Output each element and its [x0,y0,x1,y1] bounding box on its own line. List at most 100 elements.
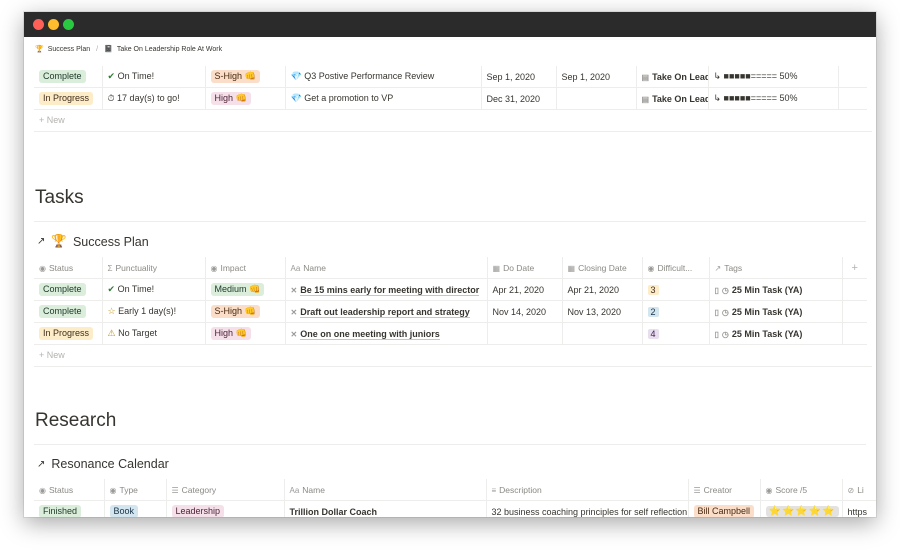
column-label: Do Date [503,262,535,273]
status-badge[interactable]: Complete [39,305,86,318]
score-stars[interactable]: ⭐⭐⭐⭐⭐ [765,506,839,517]
tag-link[interactable]: 25 Min Task (YA) [732,307,803,317]
column-header-tags[interactable]: ↗ Tags [709,257,843,279]
impact-badge[interactable]: High 👊 [210,92,251,105]
resource-name[interactable]: Trillion Dollar Coach [289,506,378,517]
column-header-difficulty[interactable]: ◉ Difficult... [642,257,710,279]
database-name[interactable]: Success Plan [73,235,149,249]
warning-icon: ⚠ [107,328,116,338]
table-row[interactable]: Complete ✔ On Time! Medium 👊 ✕ Be 15 mins… [34,278,867,301]
column-header-creator[interactable]: ☰ Creator [688,479,761,501]
table-row[interactable]: In Progress ⏱ 17 day(s) to go! High 👊 💎 … [34,87,867,110]
impact-badge[interactable]: High 👊 [210,327,251,340]
table-row[interactable]: In Progress ⚠ No Target High 👊 ✕ One on o… [34,322,867,345]
new-row-label: New [46,115,65,125]
impact-badge[interactable]: Medium 👊 [210,283,265,296]
tag-link[interactable]: 25 Min Task (YA) [732,329,803,339]
do-date[interactable]: Nov 14, 2020 [487,300,563,323]
relation-link[interactable]: Take On Lead [652,94,707,104]
do-date[interactable]: Apr 21, 2020 [487,278,563,301]
column-header-type[interactable]: ◉ Type [104,479,167,501]
task-name[interactable]: One on one meeting with juniors [300,328,440,340]
empty-cell[interactable] [838,87,867,110]
trophy-icon: 🏆 [35,46,44,53]
column-header-punctuality[interactable]: Σ Punctuality [102,257,206,279]
linked-arrow-icon: ↗ [37,458,46,470]
status-badge[interactable]: In Progress [39,92,94,105]
column-label: Status [48,262,74,273]
database-title[interactable]: ↗ 🏆 Success Plan [37,234,149,249]
column-header-status[interactable]: ◉ Status [34,479,105,501]
resource-description[interactable]: 32 business coaching principles for self… [486,500,689,517]
add-column-button[interactable]: + [842,257,867,279]
checkmark-icon: ✔ [107,284,116,294]
goal-name[interactable]: Q3 Postive Performance Review [304,71,434,81]
task-name[interactable]: Be 15 mins early for meeting with direct… [300,284,480,296]
column-header-description[interactable]: ≡ Description [486,479,689,501]
breadcrumb-item-success-plan[interactable]: Success Plan [48,46,90,53]
checkmark-icon: ✔ [107,71,116,81]
app-window: 🏆 Success Plan / 📓 Take On Leadership Ro… [24,12,876,517]
calendar-icon: ▦ [567,263,576,273]
diamond-icon: 💎 [290,93,302,103]
link-icon: ⊘ [847,485,855,495]
column-header-name[interactable]: Aa Name [285,257,488,279]
add-new-row-button[interactable]: + New [34,345,872,367]
column-header-status[interactable]: ◉ Status [34,257,103,279]
maximize-window-button[interactable] [63,19,74,30]
goal-date[interactable]: Sep 1, 2020 [481,66,557,88]
relation-link[interactable]: Take On Lead [652,72,707,82]
minimize-window-button[interactable] [48,19,59,30]
column-header-name[interactable]: Aa Name [284,479,487,501]
difficulty-badge[interactable]: 2 [647,306,659,317]
impact-badge[interactable]: S-High 👊 [210,70,260,83]
database-name[interactable]: Resonance Calendar [51,457,168,471]
column-label: Description [499,484,542,495]
status-badge[interactable]: Complete [39,283,86,296]
table-row[interactable]: Finished Book Leadership Trillion Dollar… [34,500,876,517]
category-badge[interactable]: Leadership [171,505,225,517]
divider [34,444,866,445]
empty-cell[interactable] [838,66,867,88]
column-header-score[interactable]: ◉ Score /5 [760,479,843,501]
creator-badge[interactable]: Bill Campbell [693,505,755,517]
difficulty-badge[interactable]: 4 [647,328,659,339]
column-label: Status [48,484,74,495]
column-header-category[interactable]: ☰ Category [166,479,285,501]
do-date[interactable] [487,322,563,345]
column-header-impact[interactable]: ◉ Impact [205,257,286,279]
breadcrumb-item-leadership-role[interactable]: Take On Leadership Role At Work [117,46,222,53]
table-row[interactable]: Complete ☆ Early 1 day(s)! S-High 👊 ✕ Dra… [34,300,867,323]
closing-date[interactable]: Apr 21, 2020 [562,278,643,301]
empty-cell[interactable] [842,322,867,345]
close-window-button[interactable] [33,19,44,30]
page-icon: ▤ [641,72,650,82]
closing-date[interactable] [562,322,643,345]
impact-badge[interactable]: S-High 👊 [210,305,260,318]
tag-link[interactable]: 25 Min Task (YA) [732,285,803,295]
status-badge[interactable]: Complete [39,70,86,83]
goal-date[interactable]: Sep 1, 2020 [556,66,637,88]
column-header-closing-date[interactable]: ▦ Closing Date [562,257,643,279]
goal-date[interactable] [556,87,637,110]
status-badge[interactable]: In Progress [39,327,94,340]
type-badge[interactable]: Book [109,505,139,517]
table-row[interactable]: Complete ✔ On Time! S-High 👊 💎 Q3 Postiv… [34,66,867,88]
add-new-row-button[interactable]: + New [34,110,872,132]
resource-link[interactable]: https [842,500,876,517]
column-header-do-date[interactable]: ▦ Do Date [487,257,563,279]
task-name[interactable]: Draft out leadership report and strategy [300,306,470,318]
punctuality-text: 17 day(s) to go! [117,93,180,103]
status-badge[interactable]: Finished [39,505,82,517]
star-icon: ☆ [107,306,116,316]
goal-date[interactable]: Dec 31, 2020 [481,87,557,110]
difficulty-badge[interactable]: 3 [647,284,659,295]
empty-cell[interactable] [842,278,867,301]
research-table: ◉ Status ◉ Type ☰ Category Aa Name ≡ Descript… [34,479,876,517]
goal-name[interactable]: Get a promotion to VP [304,93,393,103]
empty-cell[interactable] [842,300,867,323]
select-icon: ◉ [765,485,773,495]
column-header-link[interactable]: ⊘ Li [842,479,876,501]
closing-date[interactable]: Nov 13, 2020 [562,300,643,323]
database-title[interactable]: ↗ Resonance Calendar [37,457,169,471]
